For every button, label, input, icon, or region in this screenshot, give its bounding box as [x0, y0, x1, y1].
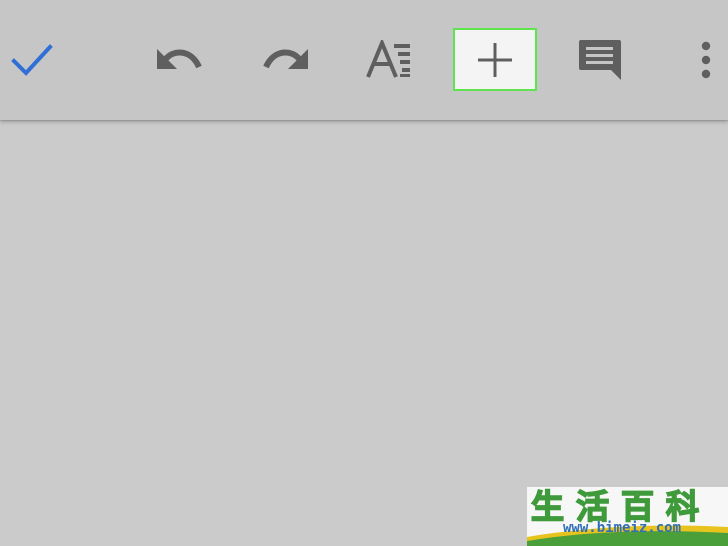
plus-icon — [478, 42, 512, 77]
comment-button[interactable] — [560, 20, 640, 100]
undo-button[interactable] — [140, 20, 220, 100]
more-options-button[interactable] — [666, 20, 728, 100]
undo-icon — [157, 49, 202, 69]
redo-icon — [263, 49, 308, 69]
editor-toolbar — [0, 0, 728, 120]
check-icon — [11, 44, 53, 76]
watermark: 生活百科 www.bimeiz.com — [527, 487, 728, 546]
insert-button[interactable] — [453, 28, 537, 91]
comment-icon — [579, 40, 621, 80]
text-format-button[interactable] — [350, 20, 430, 100]
text-format-icon — [366, 40, 410, 78]
redo-button[interactable] — [245, 20, 325, 100]
done-button[interactable] — [0, 20, 72, 100]
document-canvas[interactable] — [0, 122, 728, 546]
watermark-url: www.bimeiz.com — [563, 520, 682, 536]
more-vertical-icon — [701, 41, 711, 79]
